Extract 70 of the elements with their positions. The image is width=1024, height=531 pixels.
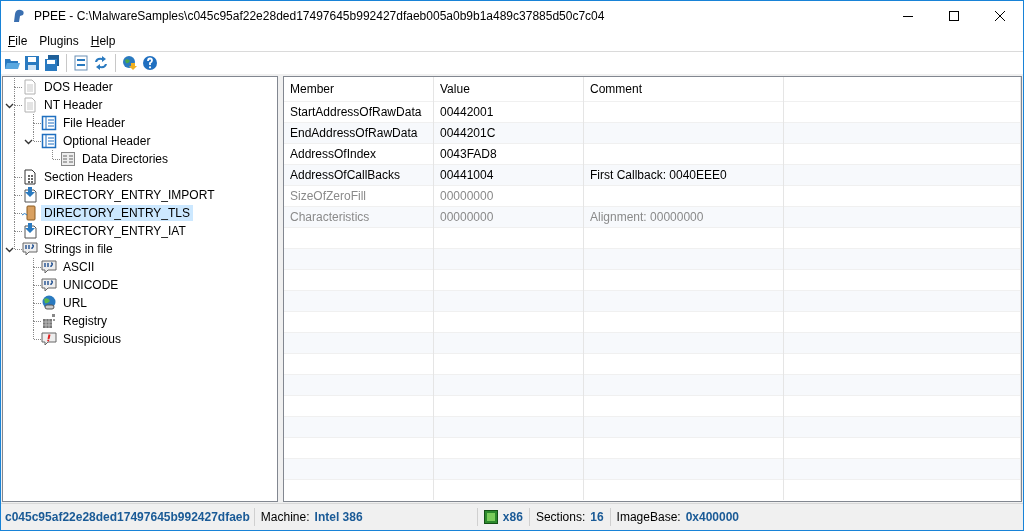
- menu-item[interactable]: Help: [83, 34, 121, 48]
- menu-item[interactable]: File: [1, 34, 33, 48]
- column-header[interactable]: Comment: [583, 77, 784, 102]
- status-value: x86: [502, 510, 523, 524]
- chip-icon: [483, 510, 498, 524]
- expand-toggle[interactable]: [5, 245, 14, 254]
- speech-bubble-icon: [41, 277, 57, 293]
- tree-item[interactable]: DOS Header: [41, 79, 116, 95]
- status-value: 0x400000: [685, 510, 740, 524]
- table-cell: AddressOfIndex: [290, 147, 377, 161]
- import-icon: [22, 223, 38, 239]
- tree-item[interactable]: Registry: [60, 313, 110, 329]
- window-title: PPEE - C:\MalwareSamples\c045c95af22e28ded17497645b992427dfaeb005a0b9b1a489c37885d50c7c04: [34, 9, 605, 23]
- maximize-icon: [949, 11, 959, 21]
- speech-bubble-icon: [41, 259, 57, 275]
- spool-icon: [22, 205, 38, 221]
- table-cell: 00000000: [440, 210, 494, 224]
- refresh-icon[interactable]: [93, 55, 109, 71]
- table-cell: AddressOfCallBacks: [290, 168, 401, 182]
- tree-item[interactable]: Strings in file: [41, 241, 116, 257]
- expand-toggle[interactable]: [5, 101, 14, 110]
- expand-toggle[interactable]: [24, 137, 33, 146]
- column-header[interactable]: Value: [433, 77, 584, 102]
- status-value: 16: [590, 510, 604, 524]
- tree-item[interactable]: Data Directories: [79, 151, 172, 167]
- table-cell: Alignment: 00000000: [590, 210, 704, 224]
- save-all-icon[interactable]: [44, 55, 60, 71]
- table-cell: Characteristics: [290, 210, 370, 224]
- help-icon[interactable]: [142, 55, 158, 71]
- document-icon: [22, 79, 38, 95]
- tree-item[interactable]: Suspicious: [60, 331, 125, 347]
- tree-item[interactable]: DIRECTORY_ENTRY_IAT: [41, 223, 189, 239]
- tree-item[interactable]: Optional Header: [60, 133, 154, 149]
- table-cell: 0043FAD8: [440, 147, 497, 161]
- status-label: Sections:: [535, 510, 586, 524]
- table-cell: 00441004: [440, 168, 494, 182]
- registry-icon: [41, 313, 57, 329]
- tree-item[interactable]: URL: [60, 295, 90, 311]
- globe-link-icon: [41, 295, 57, 311]
- import-icon: [22, 187, 38, 203]
- tree-item[interactable]: DIRECTORY_ENTRY_TLS: [41, 205, 194, 221]
- tree-item[interactable]: NT Header: [41, 97, 106, 113]
- tree-item[interactable]: File Header: [60, 115, 129, 131]
- table-icon: [41, 115, 57, 131]
- tree-item[interactable]: Section Headers: [41, 169, 136, 185]
- table-cell: EndAddressOfRawData: [290, 126, 418, 140]
- tree-item[interactable]: ASCII: [60, 259, 98, 275]
- close-icon: [995, 11, 1005, 21]
- table-cell: 00000000: [440, 189, 494, 203]
- table-cell: StartAddressOfRawData: [290, 105, 422, 119]
- tree-item[interactable]: DIRECTORY_ENTRY_IMPORT: [41, 187, 218, 203]
- table-cell: SizeOfZeroFill: [290, 189, 366, 203]
- warning-bubble-icon: [41, 331, 57, 347]
- table-cell: 0044201C: [440, 126, 496, 140]
- status-label: Machine:: [260, 510, 310, 524]
- tree-item[interactable]: UNICODE: [60, 277, 122, 293]
- hex-document-icon[interactable]: [73, 55, 89, 71]
- sections-icon: [22, 169, 38, 185]
- file-hash: c045c95af22e28ded17497645b992427dfaeb: [4, 510, 251, 524]
- table-cell: 00442001: [440, 105, 494, 119]
- status-value: Intel 386: [314, 510, 363, 524]
- document-icon: [22, 97, 38, 113]
- table-icon: [41, 133, 57, 149]
- status-label: ImageBase:: [616, 510, 681, 524]
- column-header[interactable]: Member: [284, 77, 434, 102]
- menu-item[interactable]: Plugins: [32, 34, 84, 48]
- save-icon[interactable]: [24, 55, 40, 71]
- table-cell: First Callback: 0040EEE0: [590, 168, 727, 182]
- globe-download-icon[interactable]: [122, 55, 138, 71]
- speech-bubble-icon: [22, 241, 38, 257]
